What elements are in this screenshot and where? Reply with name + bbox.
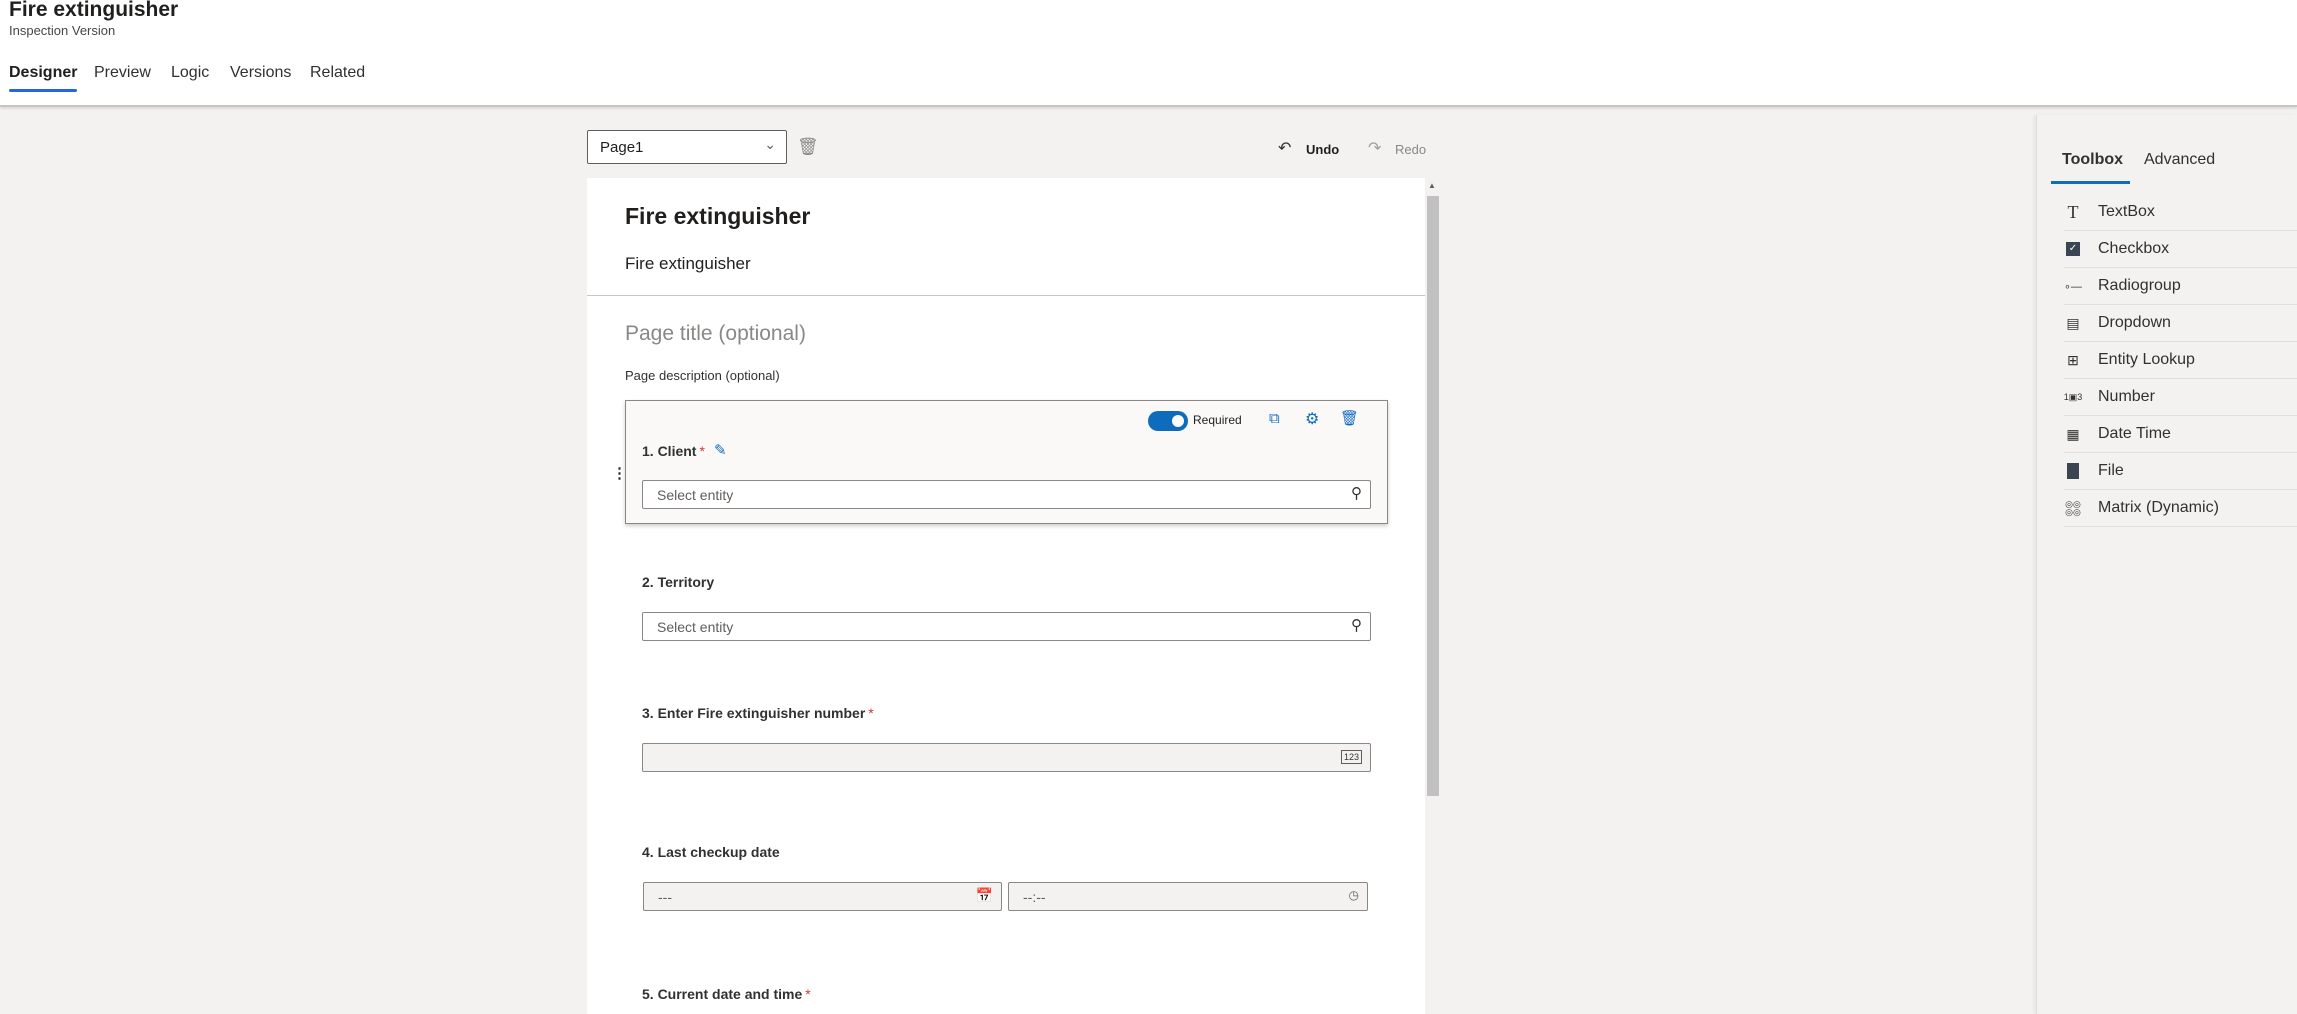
tab-related[interactable]: Related [310, 64, 365, 82]
time-input[interactable]: --:-- ◷ [1008, 882, 1368, 911]
question-3-label: 3. Enter Fire extinguisher number [642, 705, 866, 721]
form-description[interactable]: Fire extinguisher [625, 254, 751, 274]
search-icon[interactable]: ⚲ [1351, 616, 1362, 634]
toolbox-item-date-time[interactable]: ▦ Date Time [2064, 416, 2297, 453]
tab-versions[interactable]: Versions [230, 64, 291, 82]
required-asterisk: * [699, 443, 705, 459]
required-label: Required [1193, 413, 1242, 427]
copy-icon[interactable]: ⧉ [1269, 410, 1280, 427]
undo-button[interactable]: Undo [1306, 142, 1339, 157]
toolbox-item-file[interactable]: File [2064, 453, 2297, 490]
number-input[interactable]: 123 [642, 743, 1371, 772]
toolbox-item-matrix-dynamic[interactable]: ◎◎ ◎◎ Matrix (Dynamic) [2064, 490, 2297, 527]
search-icon[interactable]: ⚲ [1351, 484, 1362, 502]
checkbox-icon: ✓ [2064, 240, 2082, 258]
matrix-icon: ◎◎ ◎◎ [2065, 499, 2081, 517]
question-1-label: 1. Client [642, 443, 697, 459]
territory-lookup-input[interactable]: Select entity ⚲ [642, 612, 1371, 641]
calendar-icon[interactable]: 📅 [976, 887, 993, 904]
divider [587, 295, 1425, 296]
chevron-down-icon: ⌄ [764, 136, 776, 152]
scrollbar-thumb[interactable] [1427, 196, 1439, 796]
edit-pencil-icon[interactable]: ✎ [714, 441, 727, 459]
form-canvas: Fire extinguisher Fire extinguisher Page… [587, 178, 1425, 1014]
date-input[interactable]: --- 📅 [643, 882, 1002, 911]
clock-icon[interactable]: ◷ [1349, 888, 1359, 902]
redo-icon[interactable]: ↷ [1368, 138, 1381, 158]
client-lookup-input[interactable]: Select entity ⚲ [642, 480, 1371, 509]
app-header: Fire extinguisher Inspection Version Des… [0, 0, 2297, 107]
toolbox-item-number[interactable]: 1▣3 Number [2064, 379, 2297, 416]
number-icon: 123 [1340, 750, 1362, 764]
redo-button[interactable]: Redo [1395, 142, 1426, 157]
toolbox-tab-underline [2051, 181, 2130, 184]
required-asterisk: * [805, 986, 811, 1002]
page-select[interactable]: Page1 ⌄ [587, 130, 787, 164]
radiogroup-icon: ∘— [2064, 280, 2082, 293]
territory-placeholder: Select entity [657, 619, 734, 635]
undo-icon[interactable]: ↶ [1278, 138, 1291, 158]
calendar-icon: ▦ [2066, 425, 2080, 442]
delete-page-icon[interactable]: 🗑 [797, 137, 819, 157]
page-title-input[interactable]: Page title (optional) [625, 322, 806, 346]
toolbox-item-entity-lookup[interactable]: ⊞ Entity Lookup [2064, 342, 2297, 379]
toolbox-item-checkbox[interactable]: ✓ Checkbox [2064, 231, 2297, 268]
question-label: 1. Client * [642, 443, 705, 459]
question-5-label: 5. Current date and time [642, 986, 803, 1002]
delete-question-icon[interactable]: 🗑 [1340, 409, 1359, 427]
question-4-label: 4. Last checkup date [642, 844, 780, 860]
page-select-value: Page1 [600, 139, 644, 156]
app-subtitle: Inspection Version [9, 23, 116, 38]
client-placeholder: Select entity [657, 487, 734, 503]
page-description-input[interactable]: Page description (optional) [625, 368, 780, 383]
form-title[interactable]: Fire extinguisher [625, 203, 810, 230]
date-placeholder: --- [658, 889, 672, 905]
tab-toolbox[interactable]: Toolbox [2062, 151, 2123, 169]
app-title: Fire extinguisher [9, 0, 179, 21]
required-asterisk: * [868, 705, 874, 721]
toolbox-item-dropdown[interactable]: ▤ Dropdown [2064, 305, 2297, 342]
tab-designer[interactable]: Designer [9, 64, 78, 92]
tab-advanced[interactable]: Advanced [2144, 151, 2215, 169]
required-toggle[interactable] [1148, 411, 1188, 431]
dropdown-icon: ▤ [2066, 314, 2080, 331]
text-icon: T [2067, 201, 2079, 222]
form-scrollbar[interactable]: ▲ [1425, 178, 1441, 1014]
tab-preview[interactable]: Preview [94, 64, 151, 82]
toolbox-item-textbox[interactable]: T TextBox [2064, 194, 2297, 231]
toolbox-item-radiogroup[interactable]: ∘— Radiogroup [2064, 268, 2297, 305]
number-icon: 1▣3 [2063, 391, 2083, 402]
file-icon [2064, 462, 2082, 480]
question-2-label: 2. Territory [642, 574, 715, 590]
question-card-selected[interactable]: Required ⧉ ⚙ 🗑 1. Client * ✎ Select entit… [625, 400, 1388, 524]
time-placeholder: --:-- [1023, 889, 1046, 905]
entity-lookup-icon: ⊞ [2067, 351, 2079, 368]
gear-icon[interactable]: ⚙ [1305, 409, 1319, 429]
tab-logic[interactable]: Logic [171, 64, 209, 82]
